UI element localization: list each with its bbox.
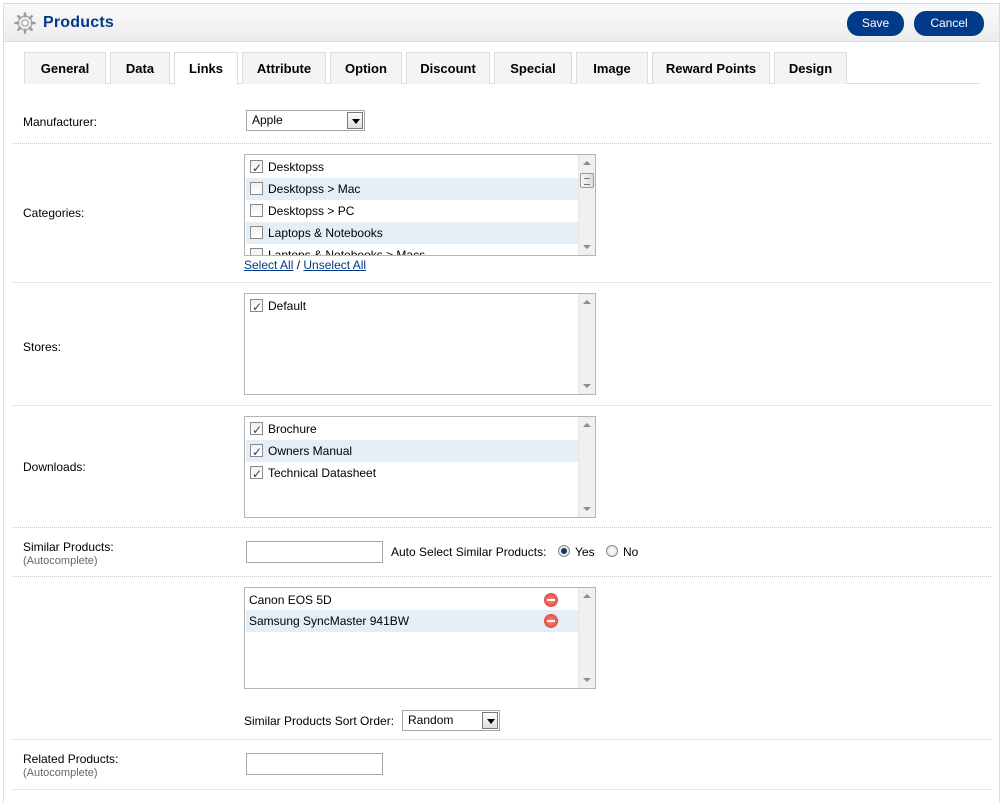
downloads-label: Downloads:: [23, 460, 86, 474]
download-item[interactable]: Technical Datasheet: [246, 462, 580, 485]
manufacturer-value: Apple: [252, 113, 283, 127]
checkbox[interactable]: [250, 248, 263, 255]
checkbox[interactable]: [250, 463, 263, 485]
tab-image[interactable]: Image: [576, 52, 648, 84]
similar-products-label: Similar Products: (Autocomplete): [23, 540, 114, 567]
yes-label: Yes: [575, 545, 595, 559]
downloads-scrollbox[interactable]: Brochure Owners Manual Technical Datashe…: [244, 416, 596, 518]
chevron-down-icon[interactable]: [347, 112, 363, 129]
remove-icon[interactable]: [544, 614, 558, 628]
page-title: Products: [43, 14, 114, 31]
category-item[interactable]: Desktopss > PC: [246, 200, 580, 222]
scroll-up-arrow[interactable]: [583, 300, 591, 304]
related-products-input[interactable]: [246, 753, 383, 775]
tab-discount[interactable]: Discount: [406, 52, 490, 84]
manufacturer-select[interactable]: Apple: [246, 110, 365, 131]
checkbox[interactable]: [250, 157, 263, 179]
related-products-label: Related Products: (Autocomplete): [23, 752, 119, 779]
tab-bar: General Data Links Attribute Option Disc…: [24, 52, 979, 85]
auto-select-yes-radio[interactable]: [558, 545, 570, 557]
similar-products-list-row: Canon EOS 5D Samsung SyncMaster 941BW Si…: [12, 577, 991, 740]
downloads-row: Downloads: Brochure Owners Manual Techni…: [12, 406, 991, 528]
autocomplete-hint: (Autocomplete): [23, 767, 98, 779]
select-links: Select All / Unselect All: [244, 258, 366, 272]
cancel-button[interactable]: Cancel: [914, 11, 984, 36]
stores-label: Stores:: [23, 340, 62, 354]
similar-product-item: Canon EOS 5D: [246, 589, 580, 611]
checkbox[interactable]: [250, 182, 263, 195]
stores-row: Stores: Default: [12, 283, 991, 406]
scroll-down-arrow[interactable]: [583, 384, 591, 388]
scrollbar[interactable]: [578, 417, 595, 517]
similar-product-item: Samsung SyncMaster 941BW: [246, 610, 580, 632]
manufacturer-row: Manufacturer: Apple: [12, 98, 991, 144]
similar-products-input[interactable]: [246, 541, 383, 563]
page-heading: Products Save Cancel: [4, 4, 999, 42]
similar-products-row: Similar Products: (Autocomplete) Auto Se…: [12, 528, 991, 577]
remove-icon[interactable]: [544, 593, 558, 607]
scrollbar[interactable]: [578, 155, 595, 255]
sort-order-value: Random: [408, 713, 454, 727]
download-item[interactable]: Owners Manual: [246, 440, 580, 463]
category-item[interactable]: Desktopss > Mac: [246, 178, 580, 200]
category-item[interactable]: Desktopss: [246, 156, 580, 179]
scroll-down-arrow[interactable]: [583, 507, 591, 511]
scroll-down-arrow[interactable]: [583, 245, 591, 249]
tab-option[interactable]: Option: [330, 52, 402, 84]
checkbox[interactable]: [250, 441, 263, 463]
checkbox[interactable]: [250, 204, 263, 217]
tab-general[interactable]: General: [24, 52, 106, 84]
related-products-row: Related Products: (Autocomplete): [12, 740, 991, 790]
categories-label: Categories:: [23, 206, 85, 220]
autocomplete-hint: (Autocomplete): [23, 555, 98, 567]
scroll-up-arrow[interactable]: [583, 161, 591, 165]
save-button[interactable]: Save: [847, 11, 904, 36]
checkbox[interactable]: [250, 226, 263, 239]
scrollbar[interactable]: [578, 294, 595, 394]
categories-scrollbox[interactable]: Desktopss Desktopss > Mac Desktopss > PC…: [244, 154, 596, 256]
unselect-all-link[interactable]: Unselect All: [303, 258, 366, 272]
categories-row: Categories: Desktopss Desktopss > Mac De…: [12, 144, 991, 283]
category-item[interactable]: Laptops & Notebooks: [246, 222, 580, 244]
store-item[interactable]: Default: [246, 295, 580, 318]
select-all-link[interactable]: Select All: [244, 258, 293, 272]
tab-design[interactable]: Design: [774, 52, 847, 84]
scroll-thumb[interactable]: [580, 173, 594, 188]
tab-attribute[interactable]: Attribute: [242, 52, 326, 84]
tab-links[interactable]: Links: [174, 52, 238, 85]
scrollbar[interactable]: [578, 588, 595, 688]
auto-select-label: Auto Select Similar Products:: [391, 545, 547, 559]
checkbox[interactable]: [250, 419, 263, 441]
scroll-up-arrow[interactable]: [583, 423, 591, 427]
auto-select-no-radio[interactable]: [606, 545, 618, 557]
gear-icon: [14, 12, 36, 34]
no-label: No: [623, 545, 639, 559]
checkbox[interactable]: [250, 296, 263, 318]
scroll-up-arrow[interactable]: [583, 594, 591, 598]
download-item[interactable]: Brochure: [246, 418, 580, 441]
sort-order-select[interactable]: Random: [402, 710, 500, 731]
tab-reward-points[interactable]: Reward Points: [652, 52, 770, 84]
scroll-down-arrow[interactable]: [583, 678, 591, 682]
tab-data[interactable]: Data: [110, 52, 170, 84]
link-separator: /: [296, 258, 301, 272]
stores-scrollbox[interactable]: Default: [244, 293, 596, 395]
tab-special[interactable]: Special: [494, 52, 572, 84]
manufacturer-label: Manufacturer:: [23, 115, 98, 129]
chevron-down-icon[interactable]: [482, 712, 498, 729]
category-item[interactable]: Laptops & Notebooks > Macs: [246, 244, 580, 255]
product-form-box: Products Save Cancel General Data Links …: [3, 3, 1000, 803]
similar-products-scrollbox[interactable]: Canon EOS 5D Samsung SyncMaster 941BW: [244, 587, 596, 689]
sort-order-label: Similar Products Sort Order:: [244, 714, 395, 728]
